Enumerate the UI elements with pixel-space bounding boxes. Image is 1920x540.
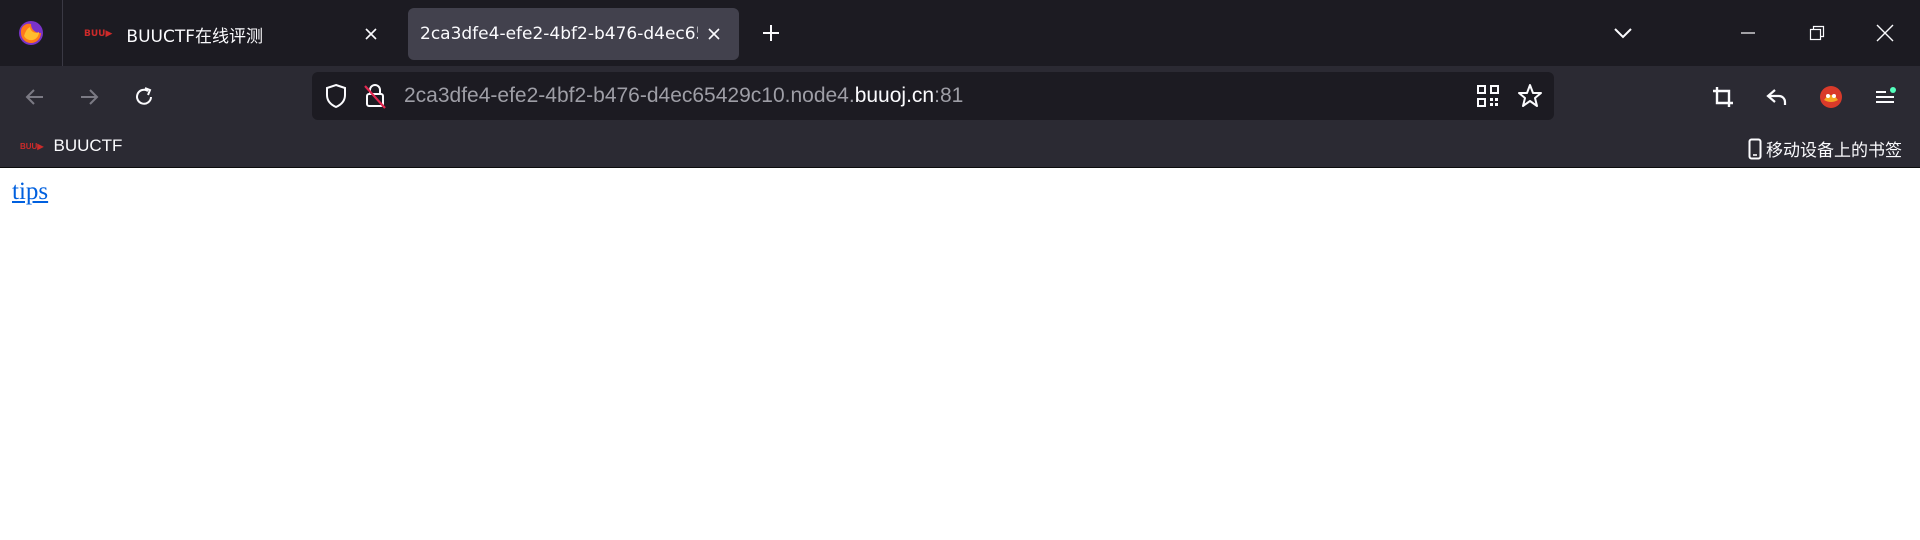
tips-link[interactable]: tips xyxy=(12,178,48,206)
firefox-icon xyxy=(18,20,44,46)
url-port: :81 xyxy=(934,84,964,107)
bookmarks-toolbar: BUU▶ BUUCTF 移动设备上的书签 xyxy=(0,128,1920,168)
buuctf-favicon-icon: BUU▶ xyxy=(84,29,113,39)
forward-button[interactable] xyxy=(72,80,106,114)
bookmark-label: BUUCTF xyxy=(53,136,123,155)
hamburger-menu-icon xyxy=(1873,85,1897,109)
close-icon xyxy=(707,27,721,41)
close-icon xyxy=(1876,24,1894,42)
url-text[interactable]: 2ca3dfe4-efe2-4bf2-b476-d4ec65429c10.nod… xyxy=(404,84,963,108)
minimize-icon xyxy=(1740,25,1756,41)
reply-icon xyxy=(1765,85,1789,109)
browser-window: BUU▶ BUUCTF在线评测 2ca3dfe4-efe2-4bf2-b476-… xyxy=(0,0,1920,540)
list-all-tabs-button[interactable] xyxy=(1608,18,1638,48)
back-button[interactable] xyxy=(18,80,52,114)
shield-icon[interactable] xyxy=(322,82,350,110)
url-bar[interactable]: 2ca3dfe4-efe2-4bf2-b476-d4ec65429c10.nod… xyxy=(312,72,1554,120)
plus-icon xyxy=(761,23,781,43)
restore-button[interactable] xyxy=(1802,18,1832,48)
buuctf-favicon-icon: BUU▶ xyxy=(20,141,44,151)
arrow-left-icon xyxy=(23,85,47,109)
tab-buuctf[interactable]: BUU▶ BUUCTF在线评测 xyxy=(70,8,396,60)
insecure-lock-icon[interactable] xyxy=(362,82,388,110)
crop-button[interactable] xyxy=(1706,80,1740,114)
bookmark-buuctf[interactable]: BUU▶ BUUCTF xyxy=(20,136,122,156)
chevron-down-icon xyxy=(1613,27,1633,39)
minimize-button[interactable] xyxy=(1733,18,1763,48)
restore-icon xyxy=(1809,25,1825,41)
close-window-button[interactable] xyxy=(1870,18,1900,48)
reload-icon xyxy=(132,85,156,109)
mobile-device-icon xyxy=(1748,138,1762,160)
url-prefix: 2ca3dfe4-efe2-4bf2-b476-d4ec65429c10.nod… xyxy=(404,84,855,107)
qr-code-icon[interactable] xyxy=(1476,84,1500,108)
tab-title: BUUCTF在线评测 xyxy=(126,26,263,47)
tab-bar: BUU▶ BUUCTF在线评测 2ca3dfe4-efe2-4bf2-b476-… xyxy=(0,0,1920,66)
reload-button[interactable] xyxy=(127,80,161,114)
mobile-bookmarks-label: 移动设备上的书签 xyxy=(1766,141,1902,161)
mobile-bookmarks-folder[interactable]: 移动设备上的书签 xyxy=(1748,136,1902,161)
page-content: tips xyxy=(0,168,1920,540)
app-menu-button[interactable] xyxy=(1868,80,1902,114)
star-icon[interactable] xyxy=(1517,83,1543,109)
crop-icon xyxy=(1711,85,1735,109)
close-tab-button[interactable] xyxy=(358,21,384,47)
url-host: buuoj.cn xyxy=(854,84,935,107)
reply-button[interactable] xyxy=(1760,80,1794,114)
extension-icon xyxy=(1818,84,1844,110)
new-tab-button[interactable] xyxy=(756,18,786,48)
close-tab-button[interactable] xyxy=(701,21,727,47)
extension-button[interactable] xyxy=(1814,80,1848,114)
tab-separator xyxy=(62,0,63,66)
close-icon xyxy=(364,27,378,41)
firefox-menu-button[interactable] xyxy=(0,0,62,66)
arrow-right-icon xyxy=(77,85,101,109)
tab-active-challenge[interactable]: 2ca3dfe4-efe2-4bf2-b476-d4ec65429c10.nod… xyxy=(408,8,739,60)
tab-title: 2ca3dfe4-efe2-4bf2-b476-d4ec65429c10.nod… xyxy=(420,24,698,44)
